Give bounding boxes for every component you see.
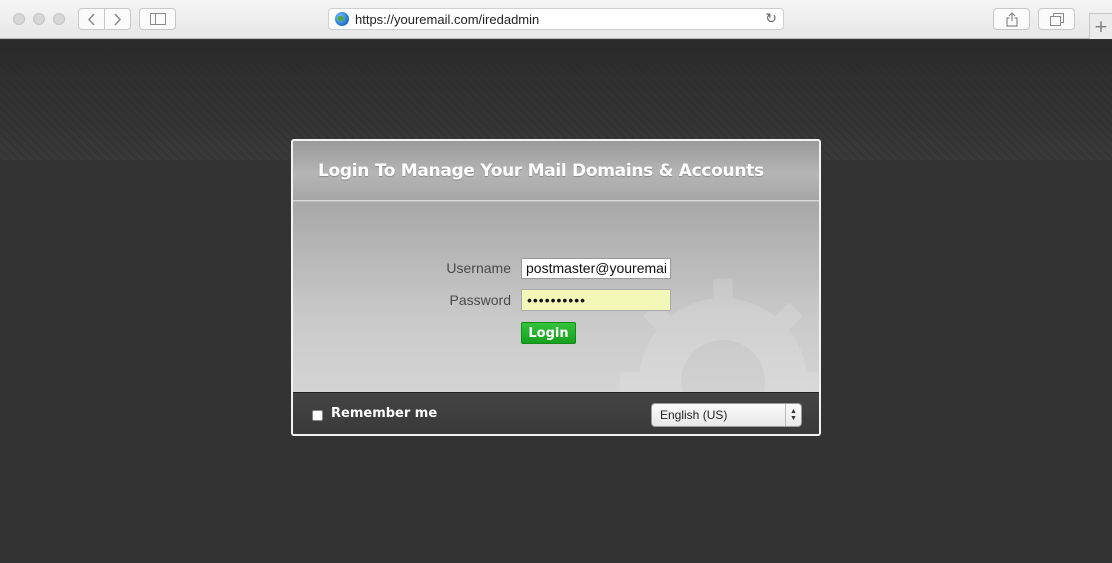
page-title: Login To Manage Your Mail Domains & Acco… [318,161,764,181]
chevron-left-icon [88,12,95,26]
gear-icon [619,278,819,392]
zoom-window-button[interactable] [53,13,65,25]
close-window-button[interactable] [13,13,25,25]
new-tab-button[interactable]: + [1089,13,1112,39]
share-button[interactable] [993,8,1030,30]
address-bar[interactable]: https://youremail.com/iredadmin ↻ [328,8,784,30]
minimize-window-button[interactable] [33,13,45,25]
reload-icon[interactable]: ↻ [765,11,777,27]
language-select-value: English (US) [660,408,728,422]
show-tabs-button[interactable] [1038,8,1075,30]
share-icon [1005,11,1018,27]
login-header: Login To Manage Your Mail Domains & Acco… [293,141,819,201]
globe-icon [335,12,349,26]
login-panel: Login To Manage Your Mail Domains & Acco… [291,139,821,436]
back-button[interactable] [79,9,104,29]
password-field[interactable]: •••••••••• [521,289,671,311]
login-form: Username postmaster@youremai Password ••… [293,202,819,392]
remember-me-label: Remember me [331,406,438,421]
url-text: https://youremail.com/iredadmin [355,11,540,27]
username-field[interactable]: postmaster@youremai [521,258,671,279]
chevron-right-icon [114,12,122,26]
password-label: Password [449,292,511,308]
sidebar-button[interactable] [139,8,176,30]
login-button[interactable]: Login [521,322,576,344]
select-arrows-icon: ▲ ▼ [785,404,801,426]
forward-button[interactable] [104,9,130,29]
tabs-icon [1049,12,1064,26]
nav-buttons [78,8,131,30]
login-footer: Remember me English (US) ▲ ▼ [293,392,819,434]
username-label: Username [446,260,511,276]
browser-toolbar: https://youremail.com/iredadmin ↻ + [0,0,1112,39]
sidebar-icon [149,13,166,25]
language-select[interactable]: English (US) ▲ ▼ [651,403,802,427]
remember-me-checkbox[interactable] [312,410,323,421]
